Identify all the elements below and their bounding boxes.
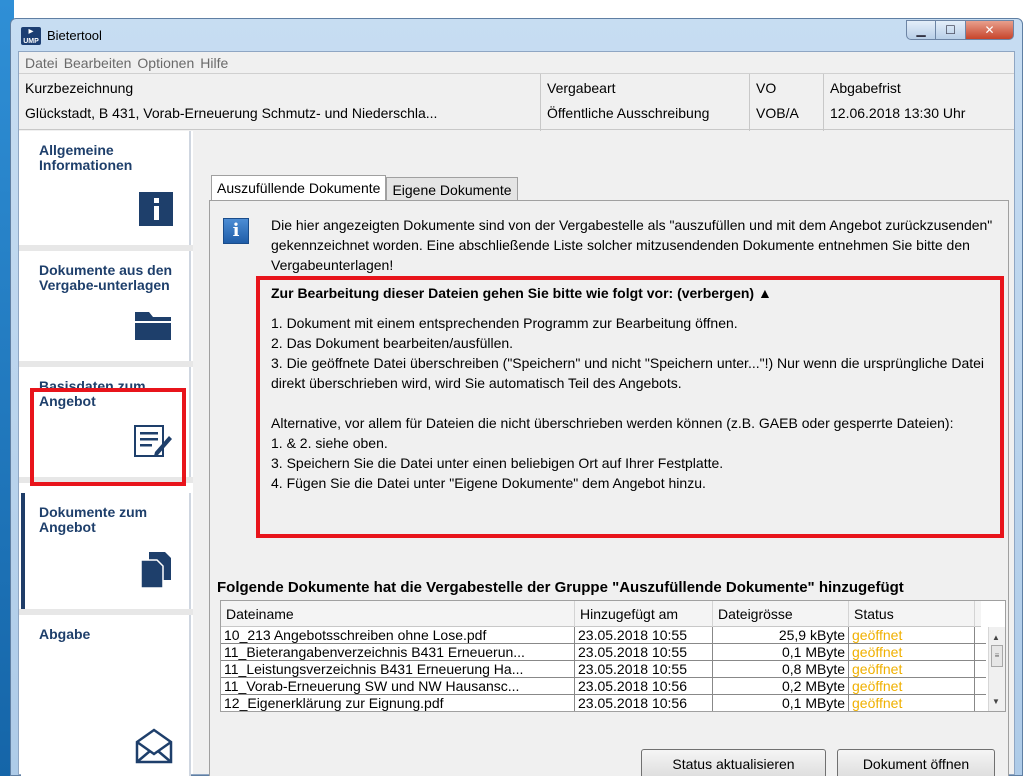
tender-info-header: Kurzbezeichnung Glückstadt, B 431, Vorab… xyxy=(19,73,1014,131)
envelope-icon xyxy=(135,728,173,767)
nav-label: Abgabe xyxy=(39,626,91,642)
scroll-thumb[interactable]: ≡ xyxy=(991,645,1003,667)
menu-optionen[interactable]: Optionen xyxy=(134,55,197,71)
table-scrollbar[interactable]: ▲ ≡ ▼ xyxy=(988,627,1005,711)
scroll-up-icon[interactable]: ▲ xyxy=(992,633,1000,642)
documents-icon xyxy=(139,550,173,593)
table-header: Dateiname Hinzugefügt am Dateigrösse Sta… xyxy=(221,601,981,627)
cell-dateigroesse: 0,2 MByte xyxy=(713,678,849,694)
vergabeart-label: Vergabeart xyxy=(547,80,616,96)
nav-dokumente-angebot[interactable]: Dokumente zum Angebot xyxy=(21,493,191,609)
cell-dateiname: 10_213 Angebotsschreiben ohne Lose.pdf xyxy=(221,627,575,643)
intro-text: Die hier angezeigten Dokumente sind von … xyxy=(271,217,993,273)
minimize-icon[interactable]: ▁ xyxy=(906,20,936,40)
cell-status: geöffnet xyxy=(849,661,975,677)
table-body: 10_213 Angebotsschreiben ohne Lose.pdf 2… xyxy=(221,627,986,711)
highlight-instructions-box xyxy=(256,276,1004,538)
nav-label: Dokumente zum Angebot xyxy=(39,504,148,535)
vo-label: VO xyxy=(756,80,777,96)
title-bar[interactable]: ▸ UMP Bietertool ▁ ☐ ✕ xyxy=(11,19,1022,51)
cell-dateigroesse: 25,9 kByte xyxy=(713,627,849,643)
table-row[interactable]: 12_Eigenerklärung zur Eignung.pdf 23.05.… xyxy=(221,695,986,711)
table-row[interactable]: 10_213 Angebotsschreiben ohne Lose.pdf 2… xyxy=(221,627,986,644)
menu-hilfe[interactable]: Hilfe xyxy=(197,55,231,71)
nav-allgemeine-informationen[interactable]: Allgemeine Informationen xyxy=(21,131,191,245)
abgabefrist-value: 12.06.2018 13:30 Uhr xyxy=(830,105,966,121)
tab-auszufuellende-dokumente[interactable]: Auszufüllende Dokumente xyxy=(211,175,387,201)
table-row[interactable]: 11_Vorab-Erneuerung SW und NW Hausansc..… xyxy=(221,678,986,695)
table-row[interactable]: 11_Leistungsverzeichnis B431 Erneuerung … xyxy=(221,661,986,678)
cell-status: geöffnet xyxy=(849,678,975,694)
info-vo: VO VOB/A xyxy=(749,74,823,131)
abgabefrist-label: Abgabefrist xyxy=(830,80,901,96)
cell-hinzugefuegt: 23.05.2018 10:55 xyxy=(575,627,713,643)
cell-dateiname: 11_Bieterangabenverzeichnis B431 Erneuer… xyxy=(221,644,575,660)
info-vergabeart: Vergabeart Öffentliche Ausschreibung xyxy=(540,74,749,131)
vergabeart-value: Öffentliche Ausschreibung xyxy=(547,105,710,121)
cell-status: geöffnet xyxy=(849,644,975,660)
nav-abgabe[interactable]: Abgabe xyxy=(21,615,191,776)
info-abgabefrist: Abgabefrist 12.06.2018 13:30 Uhr xyxy=(823,74,1013,131)
table-row[interactable]: 11_Bieterangabenverzeichnis B431 Erneuer… xyxy=(221,644,986,661)
folder-icon xyxy=(133,308,173,345)
kurzbezeichnung-value: Glückstadt, B 431, Vorab-Erneuerung Schm… xyxy=(25,105,438,121)
highlight-basisdaten-box xyxy=(30,388,186,486)
cell-hinzugefuegt: 23.05.2018 10:55 xyxy=(575,661,713,677)
cell-dateigroesse: 0,8 MByte xyxy=(713,661,849,677)
column-header-dateigroesse[interactable]: Dateigrösse xyxy=(713,601,849,627)
info-icon: i xyxy=(223,218,249,244)
column-header-hinzugefuegt[interactable]: Hinzugefügt am xyxy=(575,601,713,627)
cell-dateiname: 12_Eigenerklärung zur Eignung.pdf xyxy=(221,695,575,711)
documents-table: Dateiname Hinzugefügt am Dateigrösse Sta… xyxy=(220,600,1006,712)
table-heading: Folgende Dokumente hat die Vergabestelle… xyxy=(217,579,904,596)
app-logo-icon: ▸ UMP xyxy=(21,27,41,45)
cell-hinzugefuegt: 23.05.2018 10:56 xyxy=(575,678,713,694)
status-refresh-button[interactable]: Status aktualisieren xyxy=(641,749,826,776)
cell-hinzugefuegt: 23.05.2018 10:56 xyxy=(575,695,713,711)
scroll-down-icon[interactable]: ▼ xyxy=(992,697,1000,706)
nav-label: Dokumente aus den Vergabe-unterlagen xyxy=(39,262,173,293)
menu-bearbeiten[interactable]: Bearbeiten xyxy=(61,55,135,71)
cell-dateiname: 11_Vorab-Erneuerung SW und NW Hausansc..… xyxy=(221,678,575,694)
tab-eigene-dokumente[interactable]: Eigene Dokumente xyxy=(386,177,518,201)
vo-value: VOB/A xyxy=(756,105,799,121)
kurzbezeichnung-label: Kurzbezeichnung xyxy=(25,80,134,96)
tab-bar: Auszufüllende Dokumente Eigene Dokumente xyxy=(211,175,518,201)
info-kurzbezeichnung: Kurzbezeichnung Glückstadt, B 431, Vorab… xyxy=(19,74,540,131)
window-title: Bietertool xyxy=(47,28,102,43)
cell-dateigroesse: 0,1 MByte xyxy=(713,695,849,711)
open-document-button[interactable]: Dokument öffnen xyxy=(837,749,995,776)
cell-dateigroesse: 0,1 MByte xyxy=(713,644,849,660)
close-icon[interactable]: ✕ xyxy=(966,20,1014,40)
cell-status: geöffnet xyxy=(849,695,975,711)
cell-status: geöffnet xyxy=(849,627,975,643)
window-controls: ▁ ☐ ✕ xyxy=(906,20,1014,40)
nav-dokumente-vergabeunterlagen[interactable]: Dokumente aus den Vergabe-unterlagen xyxy=(21,251,191,361)
nav-label: Allgemeine Informationen xyxy=(39,142,133,173)
menu-datei[interactable]: Datei xyxy=(22,55,61,71)
column-header-status[interactable]: Status xyxy=(849,601,975,627)
maximize-icon[interactable]: ☐ xyxy=(936,20,966,40)
info-icon xyxy=(139,192,173,229)
cell-dateiname: 11_Leistungsverzeichnis B431 Erneuerung … xyxy=(221,661,575,677)
menu-bar: Datei Bearbeiten Optionen Hilfe xyxy=(19,52,1014,73)
column-header-dateiname[interactable]: Dateiname xyxy=(221,601,575,627)
cell-hinzugefuegt: 23.05.2018 10:55 xyxy=(575,644,713,660)
